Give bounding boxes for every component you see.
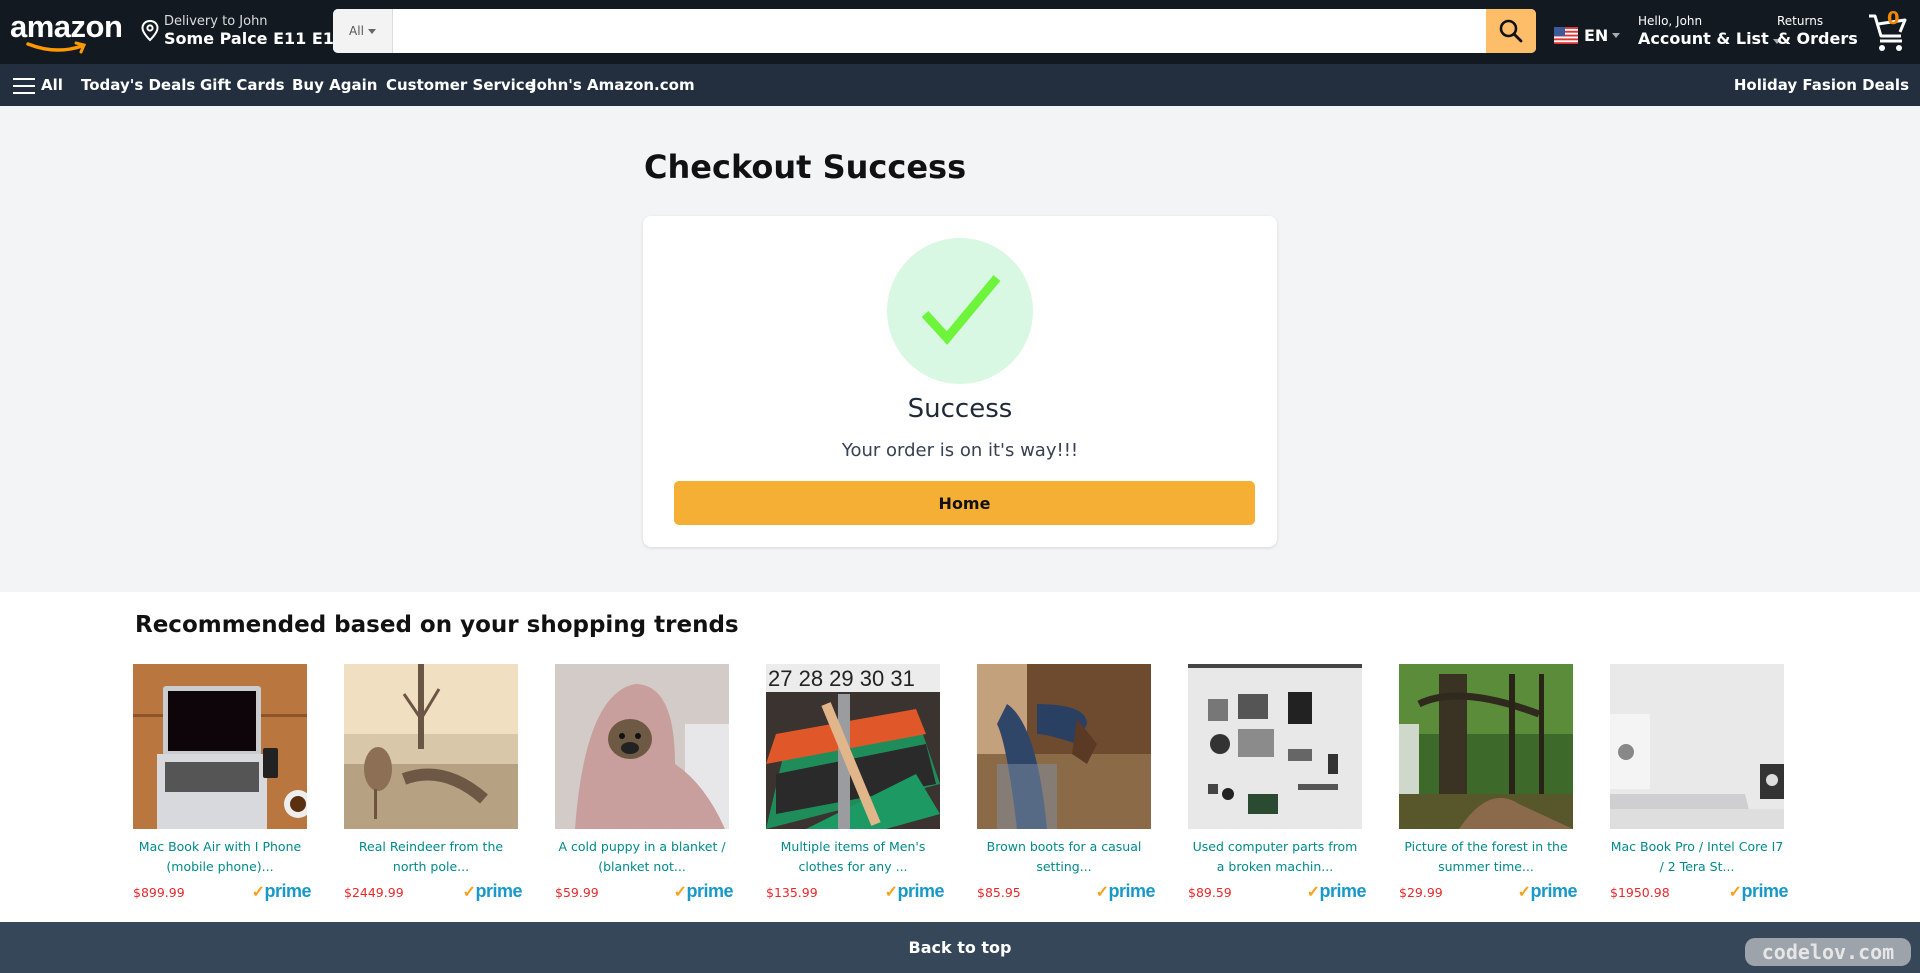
location-pin-icon [141,19,159,42]
prime-badge: ✓prime [251,881,312,901]
status-message: Your order is on it's way!!! [841,440,1079,461]
product-price: $135.99 [766,885,818,900]
cart-count-badge: 0 [1887,8,1900,29]
back-to-top-button[interactable]: Back to top [0,922,1920,973]
hamburger-menu-icon[interactable] [13,78,35,94]
product-card[interactable]: Picture of the forest in the summer time… [1399,664,1577,903]
success-badge [887,238,1033,384]
boots-photo [977,664,1151,829]
chevron-down-icon [1612,33,1621,38]
amazon-logo[interactable]: amazon [10,11,123,54]
prime-badge: ✓prime [1095,881,1156,901]
product-title-link[interactable]: A cold puppy in a blanket / (blanket not… [555,837,729,877]
prime-badge: ✓prime [673,881,734,901]
laptop-photo [133,664,307,829]
search-category-dropdown[interactable]: All [333,9,393,53]
product-title-link[interactable]: Brown boots for a casual setting... [977,837,1151,877]
product-price: $59.99 [555,885,599,900]
watermark: codelov.com [1745,938,1911,966]
secondary-navbar: All Today's Deals Gift Cards Buy Again C… [0,64,1920,106]
prime-badge: ✓prime [462,881,523,901]
delivery-location[interactable]: Delivery to John Some Palce E11 E11 [140,14,345,48]
returns-orders-link[interactable]: Returns & Orders [1777,14,1858,49]
product-image[interactable] [1188,664,1362,829]
search-icon [1499,19,1523,43]
cart-button[interactable]: 0 [1865,8,1909,54]
home-button[interactable]: Home [674,481,1255,525]
product-image[interactable] [1399,664,1573,829]
product-price: $85.95 [977,885,1021,900]
prime-check-icon: ✓ [1095,884,1109,901]
top-navbar: amazon Delivery to John Some Palce E11 E… [0,0,1920,64]
product-image[interactable] [133,664,307,829]
prime-check-icon: ✓ [1306,884,1320,901]
product-card[interactable]: Mac Book Pro / Intel Core I7 / 2 Tera St… [1610,664,1788,903]
product-price: $899.99 [133,885,185,900]
nav-gift-cards[interactable]: Gift Cards [200,76,285,94]
prime-badge: ✓prime [1728,881,1789,901]
computer-parts-photo [1188,664,1362,829]
product-card[interactable]: Mac Book Air with I Phone (mobile phone)… [133,664,311,903]
account-menu[interactable]: Hello, John Account & List [1638,14,1781,49]
puppy-photo [555,664,729,829]
product-title-link[interactable]: Real Reindeer from the north pole... [344,837,518,877]
product-card[interactable]: Used computer parts from a broken machin… [1188,664,1366,903]
nav-holiday-deals[interactable]: Holiday Fasion Deals [1734,76,1909,94]
status-heading: Success [907,394,1013,424]
svg-text:27 28 29 30 31: 27 28 29 30 31 [768,666,915,691]
prime-check-icon: ✓ [1728,884,1742,901]
nav-customer-service[interactable]: Customer Service [386,76,535,94]
product-image[interactable] [1610,664,1784,829]
recommended-heading: Recommended based on your shopping trend… [135,612,739,638]
language-selector[interactable]: EN [1554,26,1621,45]
product-price: $89.59 [1188,885,1232,900]
prime-check-icon: ✓ [462,884,476,901]
product-image[interactable]: 27 28 29 30 31 [766,664,940,829]
chevron-down-icon [367,28,376,34]
prime-badge: ✓prime [1517,881,1578,901]
product-image[interactable] [977,664,1151,829]
nav-buy-again[interactable]: Buy Again [292,76,377,94]
product-price: $1950.98 [1610,885,1670,900]
prime-badge: ✓prime [884,881,945,901]
checkmark-icon [921,275,1001,345]
prime-badge: ✓prime [1306,881,1367,901]
logo-smile-icon [26,41,87,54]
page-title: Checkout Success [644,148,967,186]
search-button[interactable] [1486,9,1536,53]
prime-check-icon: ✓ [884,884,898,901]
reindeer-photo [344,664,518,829]
recommended-section: Recommended based on your shopping trend… [0,592,1920,922]
nav-todays-deals[interactable]: Today's Deals [81,76,195,94]
nav-johns-amazon[interactable]: John's Amazon.com [531,76,695,94]
clothes-rack-photo: 27 28 29 30 31 [766,664,940,829]
product-title-link[interactable]: Picture of the forest in the summer time… [1399,837,1573,877]
prime-check-icon: ✓ [673,884,687,901]
nav-all[interactable]: All [41,76,63,94]
product-image[interactable] [555,664,729,829]
product-card[interactable]: 27 28 29 30 31 Multiple items of Men's cl… [766,664,944,903]
forest-photo [1399,664,1573,829]
product-card[interactable]: A cold puppy in a blanket / (blanket not… [555,664,733,903]
product-price: $2449.99 [344,885,404,900]
product-card[interactable]: Brown boots for a casual setting... $85.9… [977,664,1155,903]
product-title-link[interactable]: Mac Book Air with I Phone (mobile phone)… [133,837,307,877]
product-title-link[interactable]: Used computer parts from a broken machin… [1188,837,1362,877]
us-flag-icon [1554,27,1578,44]
macbook-pro-photo [1610,664,1784,829]
search-input[interactable] [393,9,1486,53]
search-bar: All [333,9,1536,53]
product-card[interactable]: Real Reindeer from the north pole... $244… [344,664,522,903]
product-title-link[interactable]: Multiple items of Men's clothes for any … [766,837,940,877]
prime-check-icon: ✓ [1517,884,1531,901]
product-price: $29.99 [1399,885,1443,900]
checkout-success-card: Success Your order is on it's way!!! Hom… [643,216,1277,547]
product-title-link[interactable]: Mac Book Pro / Intel Core I7 / 2 Tera St… [1610,837,1784,877]
product-image[interactable] [344,664,518,829]
prime-check-icon: ✓ [251,884,265,901]
